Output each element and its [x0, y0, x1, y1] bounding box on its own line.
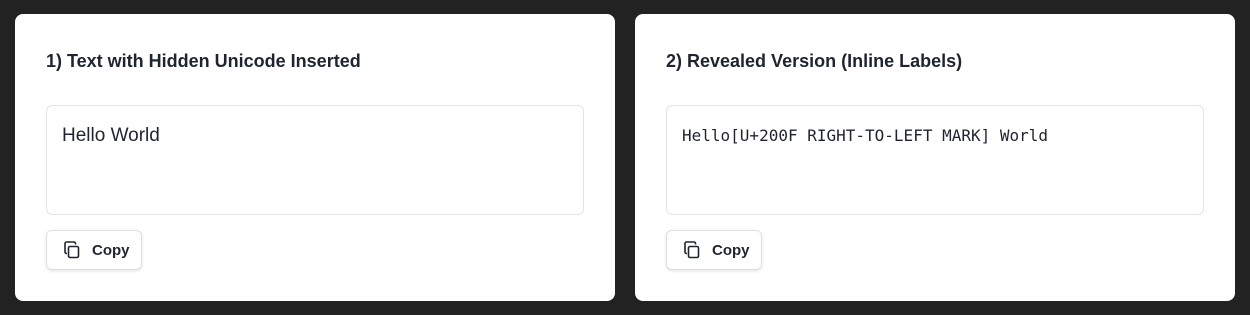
copy-button-label: Copy [712, 241, 750, 259]
copy-revealed-text-button[interactable]: Copy [666, 230, 762, 270]
copy-button-label: Copy [92, 241, 130, 259]
hidden-text-output[interactable]: Hello World [46, 105, 584, 215]
hidden-unicode-panel: 1) Text with Hidden Unicode Inserted Hel… [15, 14, 615, 301]
copy-icon [64, 241, 80, 259]
copy-hidden-text-button[interactable]: Copy [46, 230, 142, 270]
panel-title: 2) Revealed Version (Inline Labels) [666, 51, 963, 71]
copy-icon [684, 241, 700, 259]
revealed-text-output[interactable]: Hello[U+200F RIGHT-TO-LEFT MARK] World [666, 105, 1204, 215]
panel-title: 1) Text with Hidden Unicode Inserted [46, 51, 361, 71]
revealed-version-panel: 2) Revealed Version (Inline Labels) Hell… [635, 14, 1235, 301]
